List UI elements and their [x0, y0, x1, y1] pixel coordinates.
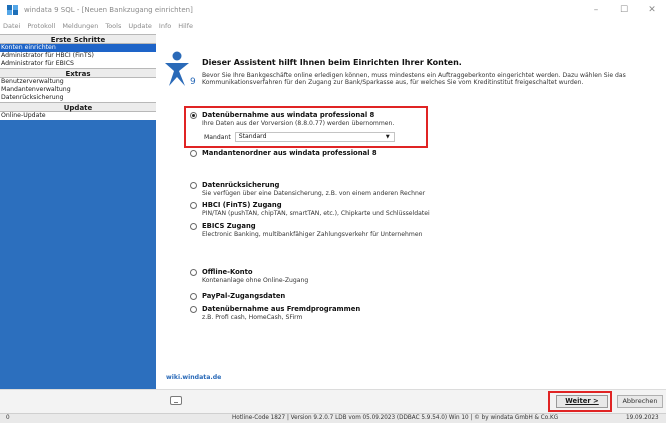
- option-datenruecksicherung-title: Datenrücksicherung: [202, 181, 280, 189]
- option-paypal-title: PayPal-Zugangsdaten: [202, 292, 286, 300]
- next-button[interactable]: Weiter >: [556, 395, 608, 408]
- menu-meldungen[interactable]: Meldungen: [62, 22, 98, 30]
- option-datenruecksicherung-desc: Sie verfügen über eine Datensicherung, z…: [202, 190, 426, 197]
- option-mandantenordner[interactable]: Mandantenordner aus windata professional…: [190, 149, 377, 158]
- option-hbci-title: HBCI (FinTS) Zugang: [202, 201, 282, 209]
- menu-datei[interactable]: Datei: [3, 22, 20, 30]
- menu-info[interactable]: Info: [159, 22, 171, 30]
- option-offline[interactable]: Offline-Konto Kontenanlage ohne Online-Z…: [190, 268, 308, 285]
- option-paypal[interactable]: PayPal-Zugangsdaten: [190, 292, 285, 301]
- option-fremdprogramme[interactable]: Datenübernahme aus Fremdprogrammen z.B. …: [190, 305, 360, 322]
- sidebar-item-admin-hbci[interactable]: Administrator für HBCI (FinTS): [0, 52, 156, 60]
- sidebar-item-konten-einrichten[interactable]: Konten einrichten: [0, 44, 156, 52]
- sidebar-item-datenruecksicherung[interactable]: Datenrücksicherung: [0, 94, 156, 102]
- title-bar: windata 9 SQL - [Neuen Bankzugang einric…: [0, 0, 666, 20]
- button-bar: Weiter > Abbrechen: [0, 389, 666, 413]
- windata-logo-icon: 9: [165, 51, 196, 87]
- radio-fremdprogramme[interactable]: [190, 306, 197, 313]
- radio-hbci[interactable]: [190, 202, 197, 209]
- option-datenuebernahme-desc: Ihre Daten aus der Vorversion (8.8.0.77)…: [202, 120, 395, 127]
- help-icon[interactable]: [170, 396, 182, 405]
- radio-paypal[interactable]: [190, 293, 197, 300]
- window-controls: – ☐ ✕: [582, 0, 666, 20]
- status-left: 0: [6, 415, 10, 421]
- status-text: Hotline-Code 1827 | Version 9.2.0.7 LDB …: [232, 415, 559, 421]
- option-hbci[interactable]: HBCI (FinTS) Zugang PIN/TAN (pushTAN, ch…: [190, 201, 430, 218]
- option-datenuebernahme-title: Datenübernahme aus windata professional …: [202, 111, 375, 119]
- menu-bar: Datei Protokoll Meldungen Tools Update I…: [0, 20, 666, 32]
- radio-datenruecksicherung[interactable]: [190, 182, 197, 189]
- status-bar: 0 Hotline-Code 1827 | Version 9.2.0.7 LD…: [0, 413, 666, 423]
- option-ebics-desc: Electronic Banking, multibankfähiger Zah…: [202, 231, 423, 238]
- mandant-label: Mandant: [204, 133, 231, 141]
- wiki-link[interactable]: wiki.windata.de: [166, 374, 221, 381]
- radio-offline[interactable]: [190, 269, 197, 276]
- option-datenuebernahme[interactable]: Datenübernahme aus windata professional …: [190, 111, 394, 128]
- page-heading: Dieser Assistent hilft Ihnen beim Einric…: [202, 58, 462, 67]
- cancel-button[interactable]: Abbrechen: [617, 395, 663, 408]
- sidebar-header-erste-schritte: Erste Schritte: [0, 34, 156, 44]
- radio-datenuebernahme[interactable]: [190, 112, 197, 119]
- mandant-value: Standard: [238, 133, 267, 140]
- mandant-row: Mandant Standard ▼: [204, 132, 395, 142]
- sidebar-item-online-update[interactable]: Online-Update: [0, 112, 156, 120]
- intro-text: Bevor Sie Ihre Bankgeschäfte online erle…: [202, 72, 626, 86]
- sidebar-item-mandantenverwaltung[interactable]: Mandantenverwaltung: [0, 86, 156, 94]
- logo-number: 9: [190, 77, 196, 87]
- option-datenruecksicherung[interactable]: Datenrücksicherung Sie verfügen über ein…: [190, 181, 425, 198]
- option-hbci-desc: PIN/TAN (pushTAN, chipTAN, smartTAN, etc…: [202, 210, 430, 217]
- sidebar-item-benutzerverwaltung[interactable]: Benutzerverwaltung: [0, 78, 156, 86]
- radio-ebics[interactable]: [190, 223, 197, 230]
- sidebar: Erste Schritte Konten einrichten Adminis…: [0, 34, 156, 389]
- option-offline-desc: Kontenanlage ohne Online-Zugang: [202, 277, 309, 284]
- app-icon: [7, 4, 19, 16]
- minimize-button[interactable]: –: [582, 0, 610, 20]
- menu-update[interactable]: Update: [128, 22, 152, 30]
- menu-tools[interactable]: Tools: [105, 22, 121, 30]
- close-button[interactable]: ✕: [638, 0, 666, 20]
- option-fremdprogramme-desc: z.B. Profi cash, HomeCash, SFirm: [202, 314, 303, 321]
- option-ebics[interactable]: EBICS Zugang Electronic Banking, multiba…: [190, 222, 422, 239]
- sidebar-header-extras: Extras: [0, 68, 156, 78]
- mandant-select[interactable]: Standard ▼: [234, 132, 395, 142]
- sidebar-item-admin-ebics[interactable]: Administrator für EBICS: [0, 60, 156, 68]
- sidebar-header-update: Update: [0, 102, 156, 112]
- status-date: 19.09.2023: [626, 415, 659, 421]
- menu-protokoll[interactable]: Protokoll: [27, 22, 55, 30]
- chevron-down-icon: ▼: [385, 134, 390, 140]
- menu-hilfe[interactable]: Hilfe: [178, 22, 193, 30]
- option-fremdprogramme-title: Datenübernahme aus Fremdprogrammen: [202, 305, 361, 313]
- radio-mandantenordner[interactable]: [190, 150, 197, 157]
- option-offline-title: Offline-Konto: [202, 268, 253, 276]
- window-title: windata 9 SQL - [Neuen Bankzugang einric…: [24, 6, 193, 14]
- maximize-button[interactable]: ☐: [610, 0, 638, 20]
- option-mandantenordner-title: Mandantenordner aus windata professional…: [202, 149, 377, 157]
- option-ebics-title: EBICS Zugang: [202, 222, 256, 230]
